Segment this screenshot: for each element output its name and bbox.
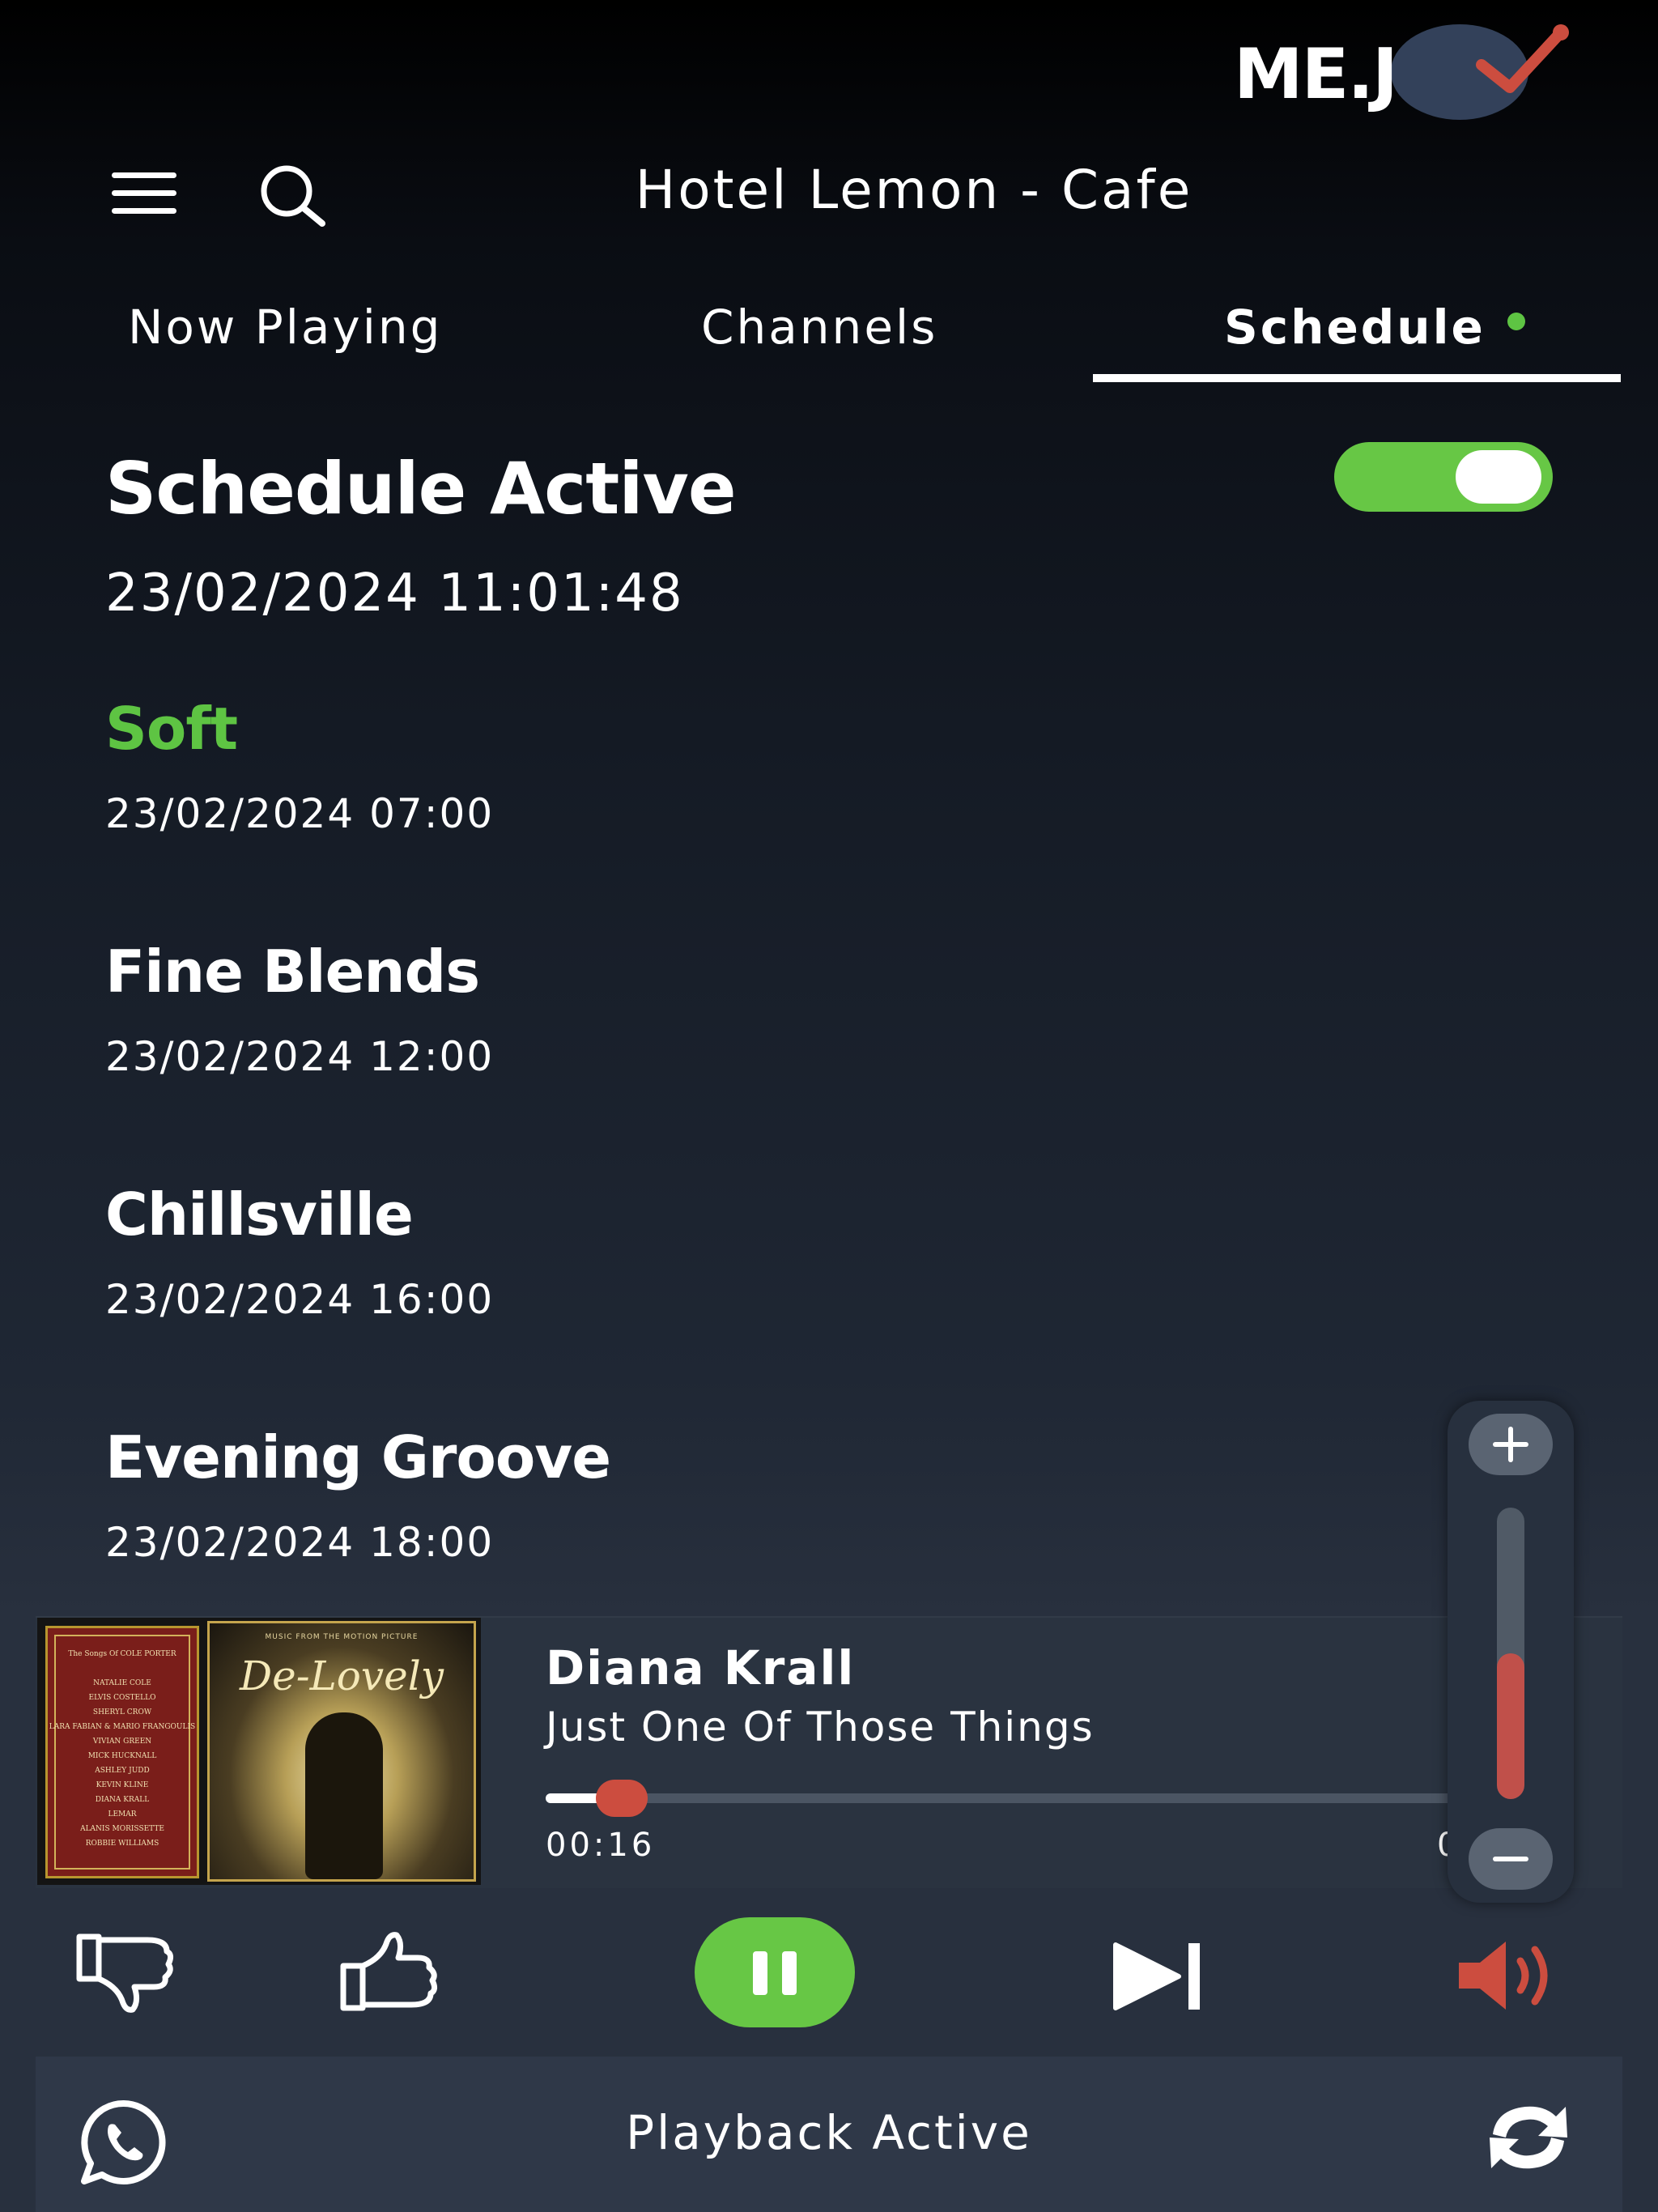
toggle-knob [1456,450,1541,504]
schedule-title: Schedule Active [105,447,737,530]
album-performer: ELVIS COSTELLO [89,1694,156,1702]
album-performer: LARA FABIAN & MARIO FRANGOULIS [49,1723,195,1731]
progress-track[interactable] [546,1793,1452,1803]
schedule-item-name[interactable]: Evening Groove [105,1423,611,1491]
tab-now-playing[interactable]: Now Playing [128,300,442,355]
album-performer: ASHLEY JUDD [94,1767,150,1775]
venue-title: Hotel Lemon - Cafe [635,159,1193,221]
logo-check-icon [1476,24,1569,93]
logo-text: ME.J [1234,34,1398,115]
album-performer: DIANA KRALL [96,1796,149,1804]
album-silhouette [305,1712,383,1879]
volume-down-button[interactable] [1469,1828,1553,1890]
album-title: De-Lovely [240,1653,444,1699]
pause-button[interactable] [695,1917,855,2027]
schedule-item-name[interactable]: Soft [105,695,238,763]
album-back-text: The Songs Of COLE PORTER NATALIE COLE ELVI… [49,1650,195,1848]
album-subtitle: MUSIC FROM THE MOTION PICTURE [265,1633,419,1641]
album-performer: KEVIN KLINE [96,1781,149,1789]
playback-status: Playback Active [626,2105,1032,2160]
schedule-status-dot [1507,313,1525,330]
schedule-item-name[interactable]: Fine Blends [105,938,480,1006]
volume-panel [1448,1401,1574,1903]
volume-slider[interactable] [1497,1508,1524,1799]
thumbs-down-icon[interactable] [76,1930,176,2014]
schedule-item-time: 23/02/2024 12:00 [105,1033,495,1080]
album-back-cover: The Songs Of COLE PORTER NATALIE COLE ELVI… [45,1626,199,1878]
tab-schedule[interactable]: Schedule [1224,300,1486,355]
artist-name: Diana Krall [546,1640,856,1695]
volume-icon[interactable] [1456,1937,1559,2014]
album-performer: LEMAR [108,1810,136,1819]
album-performer: ALANIS MORISSETTE [79,1825,164,1833]
album-performer: NATALIE COLE [93,1679,151,1687]
app-logo: ME.J [1231,24,1571,121]
schedule-item-name[interactable]: Chillsville [105,1180,414,1249]
album-performer: SHERYL CROW [93,1708,152,1716]
pause-icon [753,1951,767,1995]
progress-fill [546,1793,602,1803]
album-art[interactable]: The Songs Of COLE PORTER NATALIE COLE ELVI… [37,1618,481,1885]
refresh-icon[interactable] [1482,2097,1575,2178]
album-performer: VIVIAN GREEN [92,1738,151,1746]
schedule-datetime: 23/02/2024 11:01:48 [105,564,684,623]
elapsed-time: 00:16 [546,1827,656,1864]
album-back-header: The Songs Of COLE PORTER [68,1650,176,1658]
thumbs-up-icon[interactable] [340,1930,440,2014]
progress-handle[interactable] [596,1780,648,1817]
album-performer: ROBBIE WILLIAMS [86,1840,159,1848]
schedule-item-time: 23/02/2024 07:00 [105,790,495,837]
album-performer: MICK HUCKNALL [88,1752,157,1760]
active-tab-underline [1093,374,1621,382]
volume-up-button[interactable] [1469,1414,1553,1475]
schedule-item-time: 23/02/2024 16:00 [105,1276,495,1323]
volume-level [1497,1653,1524,1799]
skip-next-icon[interactable] [1111,1940,1205,2013]
track-title: Just One Of Those Things [546,1704,1095,1750]
schedule-item-time: 23/02/2024 18:00 [105,1519,495,1566]
tab-channels[interactable]: Channels [701,300,937,355]
album-front-cover: MUSIC FROM THE MOTION PICTURE De-Lovely [207,1621,476,1882]
schedule-toggle[interactable] [1334,442,1553,512]
